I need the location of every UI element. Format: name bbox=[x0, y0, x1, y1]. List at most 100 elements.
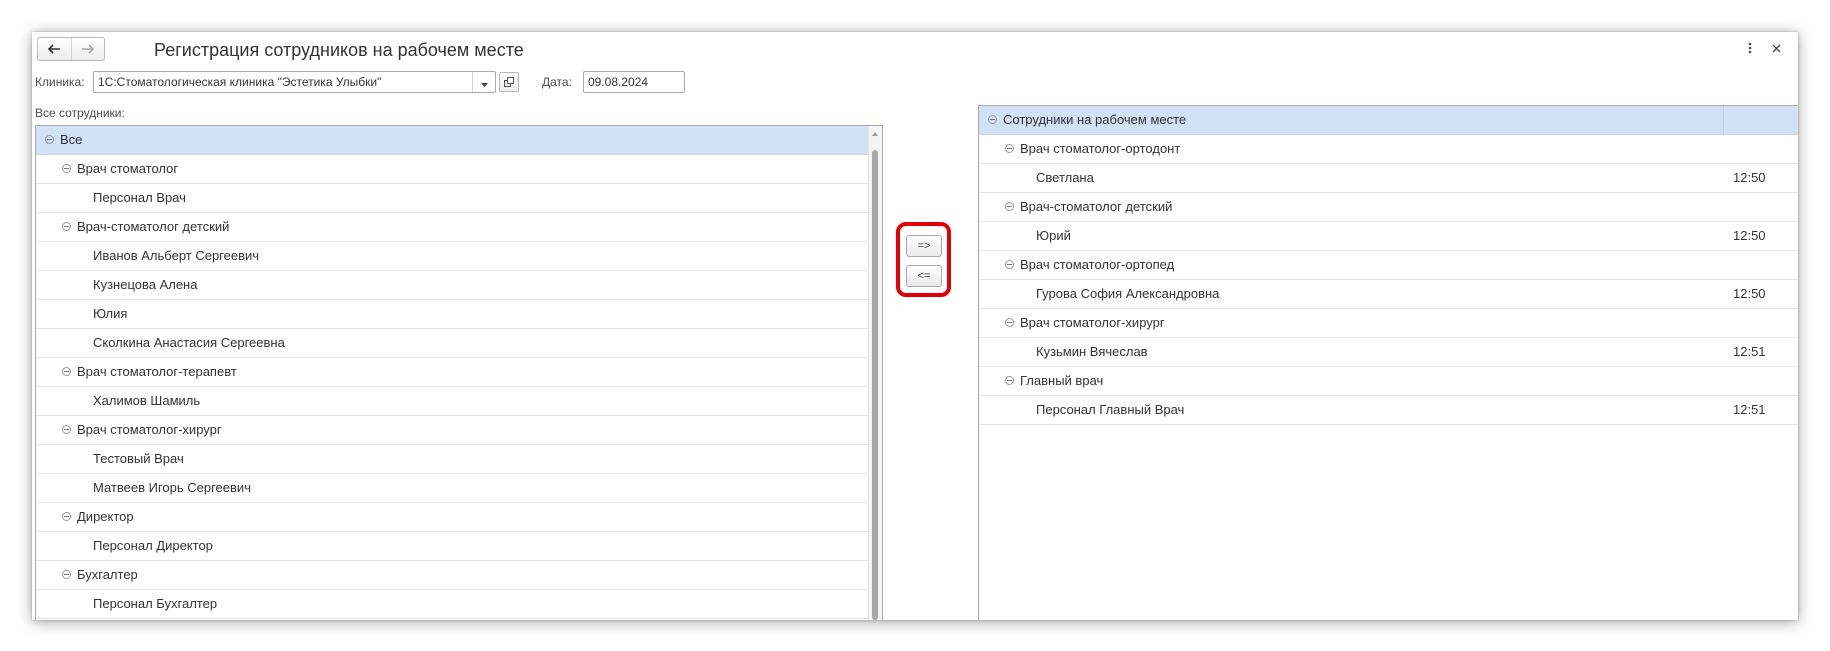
employee-name: Иванов Альберт Сергеевич bbox=[93, 248, 260, 263]
tree-group-row[interactable]: Врач стоматолог-хирург bbox=[36, 416, 868, 445]
collapse-icon[interactable] bbox=[62, 367, 71, 376]
arrow-left-icon bbox=[47, 42, 61, 57]
employee-name: Гурова София Александровна bbox=[1036, 286, 1220, 301]
tree-item-row[interactable]: Тестовый Врач bbox=[36, 445, 868, 474]
registration-time: 12:50 bbox=[1733, 286, 1766, 301]
tree-item-row[interactable]: Светлана 12:50 bbox=[979, 164, 1798, 193]
clinic-label: Клиника: bbox=[35, 75, 85, 89]
collapse-icon[interactable] bbox=[1005, 202, 1014, 211]
clinic-field[interactable]: 1С:Стоматологическая клиника "Эстетика У… bbox=[93, 71, 496, 93]
tree-group-row[interactable]: Врач стоматолог bbox=[36, 155, 868, 184]
tree-item-row[interactable]: Персонал Врач bbox=[36, 184, 868, 213]
arrow-right-icon bbox=[81, 42, 95, 57]
collapse-icon[interactable] bbox=[1005, 144, 1014, 153]
registration-time: 12:51 bbox=[1733, 344, 1766, 359]
form-window: Регистрация сотрудников на рабочем месте… bbox=[32, 32, 1798, 620]
tree-group-row[interactable]: Врач стоматолог-ортодонт bbox=[979, 135, 1798, 164]
collapse-icon[interactable] bbox=[62, 570, 71, 579]
group-label: Врач стоматолог-ортопед bbox=[1020, 257, 1175, 272]
employee-name: Персонал Врач bbox=[93, 190, 186, 205]
collapse-icon[interactable] bbox=[62, 425, 71, 434]
employee-name: Кузьмин Вячеслав bbox=[1036, 344, 1148, 359]
employee-name: Юрий bbox=[1036, 228, 1071, 243]
page-title: Регистрация сотрудников на рабочем месте bbox=[154, 40, 524, 60]
back-button[interactable] bbox=[38, 38, 71, 60]
forward-button[interactable] bbox=[70, 38, 104, 60]
collapse-icon[interactable] bbox=[62, 512, 71, 521]
collapse-icon[interactable] bbox=[62, 164, 71, 173]
tree-group-row[interactable]: Врач стоматолог-хирург bbox=[979, 309, 1798, 338]
open-in-window-icon bbox=[504, 75, 514, 90]
employee-name: Персонал Главный Врач bbox=[1036, 402, 1185, 417]
employee-name: Сколкина Анастасия Сергеевна bbox=[93, 335, 285, 350]
more-vertical-icon[interactable] bbox=[1742, 40, 1758, 56]
navigation-buttons bbox=[37, 37, 105, 61]
registration-time: 12:50 bbox=[1733, 170, 1766, 185]
tree-group-row[interactable]: Врач-стоматолог детский bbox=[979, 193, 1798, 222]
employee-name: Светлана bbox=[1036, 170, 1094, 185]
employee-name: Матвеев Игорь Сергеевич bbox=[93, 480, 251, 495]
vertical-scrollbar[interactable] bbox=[868, 126, 882, 620]
employee-name: Халимов Шамиль bbox=[93, 393, 201, 408]
all-employees-label: Все сотрудники: bbox=[35, 106, 125, 120]
remove-from-workplace-button[interactable]: <= bbox=[906, 265, 942, 287]
collapse-icon[interactable] bbox=[1005, 260, 1014, 269]
tree-item-row[interactable]: Халимов Шамиль bbox=[36, 387, 868, 416]
employee-name: Персонал Директор bbox=[93, 538, 213, 553]
tree-item-row[interactable]: Персонал Главный Врач 12:51 bbox=[979, 396, 1798, 425]
tree-item-row[interactable]: Гурова София Александровна 12:50 bbox=[979, 280, 1798, 309]
tree-group-row[interactable]: Врач стоматолог-ортопед bbox=[979, 251, 1798, 280]
group-label: Врач-стоматолог детский bbox=[1020, 199, 1173, 214]
group-label: Врач стоматолог-терапевт bbox=[77, 364, 237, 379]
group-label: Бухгалтер bbox=[77, 567, 138, 582]
tree-item-row[interactable]: Юрий 12:50 bbox=[979, 222, 1798, 251]
scrollbar-thumb[interactable] bbox=[872, 150, 878, 620]
tree-group-row[interactable]: Директор bbox=[36, 503, 868, 532]
tree-item-row[interactable]: Иванов Альберт Сергеевич bbox=[36, 242, 868, 271]
tree-item-row[interactable]: Кузнецова Алена bbox=[36, 271, 868, 300]
collapse-icon[interactable] bbox=[62, 222, 71, 231]
workplace-employees-tree[interactable]: Сотрудники на рабочем месте Врач стоматол… bbox=[978, 105, 1798, 620]
group-label: Сотрудники на рабочем месте bbox=[1003, 112, 1187, 127]
add-to-workplace-button[interactable]: => bbox=[906, 235, 942, 257]
collapse-icon[interactable] bbox=[988, 115, 997, 124]
date-value: 09.08.2024 bbox=[588, 75, 649, 89]
clinic-value: 1С:Стоматологическая клиника "Эстетика У… bbox=[98, 75, 382, 89]
scroll-up-icon[interactable] bbox=[872, 132, 878, 136]
tree-item-row[interactable]: Матвеев Игорь Сергеевич bbox=[36, 474, 868, 503]
tree-item-row[interactable]: Юлия bbox=[36, 300, 868, 329]
group-label: Все bbox=[60, 132, 83, 147]
employee-name: Персонал Бухгалтер bbox=[93, 596, 218, 611]
dropdown-button[interactable] bbox=[472, 72, 495, 92]
group-label: Врач стоматолог-хирург bbox=[1020, 315, 1165, 330]
registration-time: 12:51 bbox=[1733, 402, 1766, 417]
close-icon[interactable] bbox=[1768, 40, 1784, 56]
tree-item-row[interactable]: Персонал Бухгалтер bbox=[36, 590, 868, 619]
employee-name: Кузнецова Алена bbox=[93, 277, 198, 292]
all-employees-tree[interactable]: Все Врач стоматолог Персонал Врач Врач-стом… bbox=[35, 125, 883, 620]
collapse-icon[interactable] bbox=[1005, 318, 1014, 327]
collapse-icon[interactable] bbox=[1005, 376, 1014, 385]
column-divider bbox=[1723, 106, 1724, 134]
registration-time: 12:50 bbox=[1733, 228, 1766, 243]
group-label: Директор bbox=[77, 509, 134, 524]
group-label: Врач стоматолог-ортодонт bbox=[1020, 141, 1181, 156]
group-label: Врач-стоматолог детский bbox=[77, 219, 230, 234]
tree-group-row[interactable]: Врач стоматолог-терапевт bbox=[36, 358, 868, 387]
tree-item-row[interactable]: Сколкина Анастасия Сергеевна bbox=[36, 329, 868, 358]
group-label: Врач стоматолог bbox=[77, 161, 179, 176]
tree-item-row[interactable]: Кузьмин Вячеслав 12:51 bbox=[979, 338, 1798, 367]
tree-group-row[interactable]: Главный врач bbox=[979, 367, 1798, 396]
date-label: Дата: bbox=[542, 75, 572, 89]
collapse-icon[interactable] bbox=[45, 135, 54, 144]
tree-root-row[interactable]: Все bbox=[36, 126, 868, 155]
tree-group-row[interactable]: Бухгалтер bbox=[36, 561, 868, 590]
tree-group-row[interactable]: Врач-стоматолог детский bbox=[36, 213, 868, 242]
date-field[interactable]: 09.08.2024 bbox=[583, 71, 685, 93]
chevron-down-icon bbox=[480, 75, 488, 90]
group-label: Главный врач bbox=[1020, 373, 1104, 388]
open-clinic-button[interactable] bbox=[499, 72, 519, 92]
tree-root-row[interactable]: Сотрудники на рабочем месте bbox=[979, 106, 1798, 135]
employee-name: Юлия bbox=[93, 306, 128, 321]
tree-item-row[interactable]: Персонал Директор bbox=[36, 532, 868, 561]
